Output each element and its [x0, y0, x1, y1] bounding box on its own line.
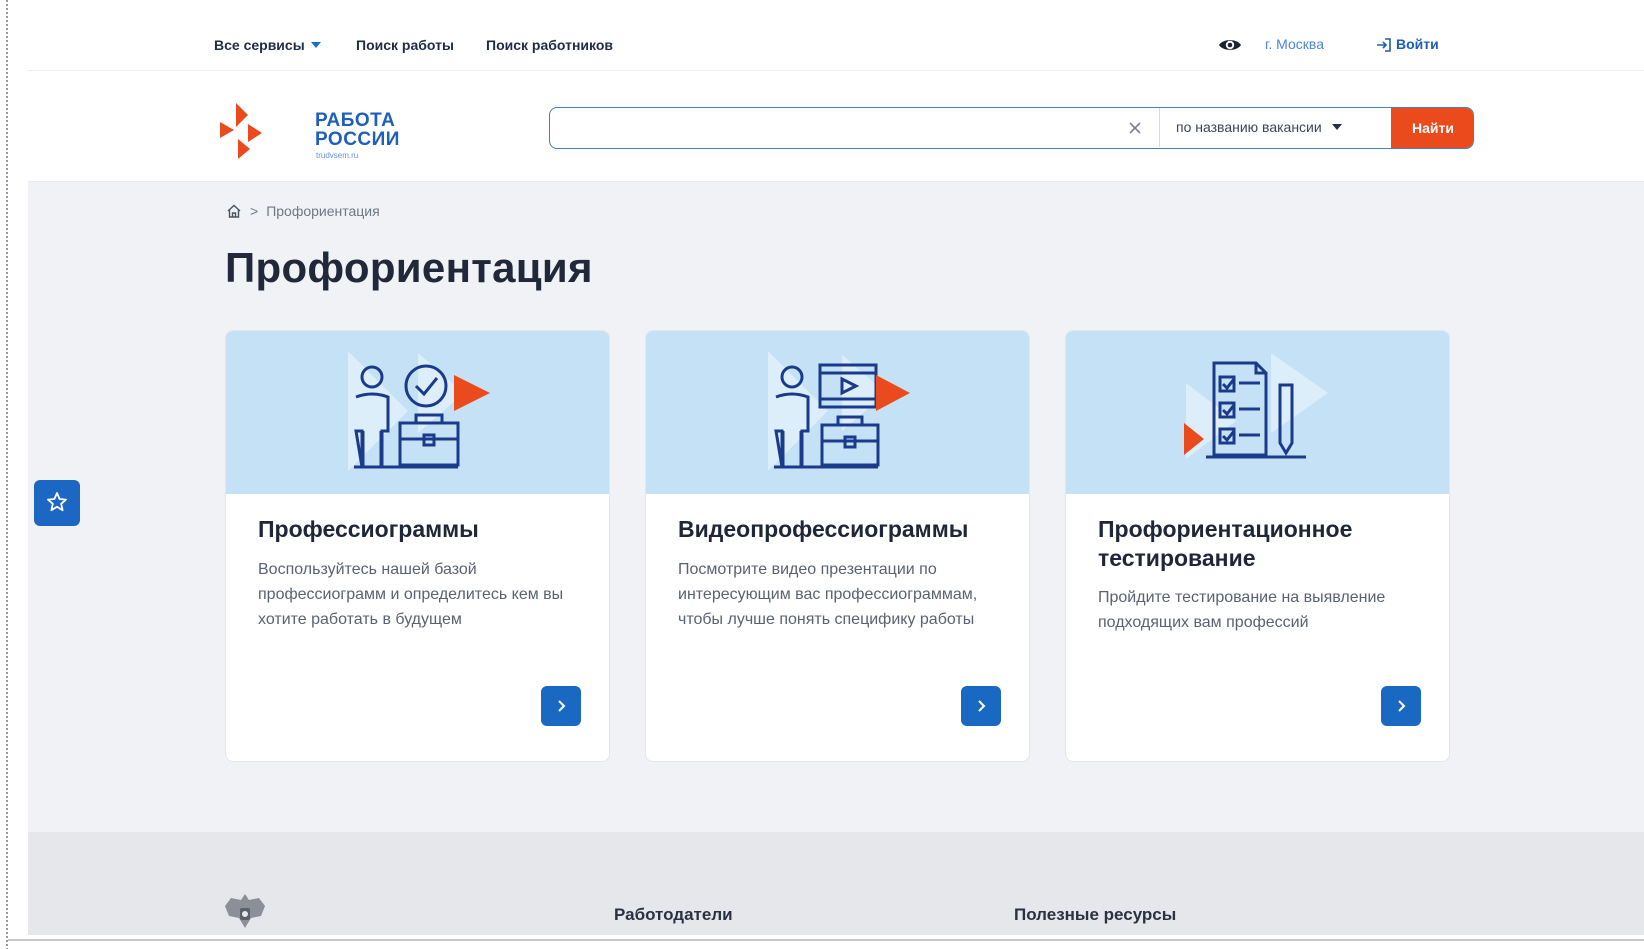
- star-icon: [47, 492, 67, 512]
- card-image: [1066, 331, 1449, 494]
- search-bar: по названию вакансии Найти: [549, 107, 1474, 149]
- breadcrumb-current: Профориентация: [266, 203, 380, 219]
- card-title: Профессиограммы: [258, 516, 479, 542]
- all-services-menu[interactable]: Все сервисы: [214, 37, 321, 53]
- chevron-right-icon: [978, 700, 986, 712]
- login-icon: [1377, 38, 1391, 52]
- site-header: РАБОТА РОССИИ trudvsem.ru по названию ва…: [28, 71, 1644, 182]
- site-footer: Работодатели Полезные ресурсы: [28, 832, 1644, 935]
- card-title: Профориентационное тестирование: [1098, 516, 1353, 571]
- chevron-right-icon: [558, 700, 566, 712]
- checklist-pen-icon: [1184, 353, 1328, 459]
- screenshot-frame: Все сервисы Поиск работы Поиск работнико…: [0, 0, 1644, 949]
- open-card-button[interactable]: [961, 686, 1001, 726]
- logo-domain: trudvsem.ru: [316, 151, 359, 160]
- logo-text-line1: РАБОТА: [315, 110, 396, 131]
- card-video-professiograms[interactable]: Видеопрофессиограммы Посмотрите видео пр…: [645, 330, 1030, 762]
- card-career-testing[interactable]: Профориентационное тестирование Пройдите…: [1065, 330, 1450, 762]
- search-mode-select[interactable]: по названию вакансии: [1159, 108, 1391, 147]
- chevron-right-icon: [1398, 700, 1406, 712]
- footer-employers-heading[interactable]: Работодатели: [614, 905, 733, 925]
- breadcrumb: > Профориентация: [226, 203, 380, 219]
- card-description: Воспользуйтесь нашей базой профессиограм…: [258, 561, 564, 628]
- login-button[interactable]: Войти: [1376, 36, 1439, 53]
- city-selector[interactable]: г. Москва: [1265, 36, 1324, 52]
- frame-bottom-border: [8, 939, 1644, 941]
- chevron-down-icon: [1331, 124, 1342, 130]
- worker-search-link[interactable]: Поиск работников: [486, 37, 613, 53]
- search-mode-value: по названию вакансии: [1176, 119, 1322, 135]
- page-title: Профориентация: [225, 244, 593, 291]
- logo-text-line2: РОССИИ: [315, 129, 400, 150]
- top-nav: Все сервисы Поиск работы Поиск работнико…: [28, 10, 1644, 71]
- card-title: Видеопрофессиограммы: [678, 516, 969, 542]
- all-services-label: Все сервисы: [214, 37, 305, 53]
- search-input[interactable]: [560, 108, 1100, 147]
- card-description: Посмотрите видео презентации по интересу…: [678, 561, 978, 628]
- open-card-button[interactable]: [541, 686, 581, 726]
- footer-resources-heading[interactable]: Полезные ресурсы: [1014, 905, 1176, 925]
- coat-of-arms-icon: [225, 894, 265, 928]
- job-search-link[interactable]: Поиск работы: [356, 37, 454, 53]
- open-card-button[interactable]: [1381, 686, 1421, 726]
- favorites-button[interactable]: [34, 480, 80, 526]
- person-check-briefcase-icon: [348, 351, 490, 471]
- frame-left-border: [6, 0, 8, 949]
- accessibility-eye-icon[interactable]: [1218, 37, 1242, 53]
- page: Все сервисы Поиск работы Поиск работнико…: [28, 10, 1644, 935]
- card-description: Пройдите тестирование на выявление подхо…: [1098, 589, 1386, 631]
- card-image: [226, 331, 609, 494]
- login-label: Войти: [1396, 36, 1439, 52]
- card-professiograms[interactable]: Профессиограммы Воспользуйтесь нашей баз…: [225, 330, 610, 762]
- person-video-briefcase-icon: [768, 351, 910, 471]
- find-button[interactable]: Найти: [1391, 108, 1473, 148]
- clear-icon[interactable]: [1125, 118, 1145, 138]
- breadcrumb-separator: >: [250, 203, 259, 219]
- home-icon[interactable]: [226, 203, 242, 219]
- card-image: [646, 331, 1029, 494]
- chevron-down-icon: [310, 42, 321, 48]
- main-content: > Профориентация Профориентация Професси…: [28, 182, 1644, 832]
